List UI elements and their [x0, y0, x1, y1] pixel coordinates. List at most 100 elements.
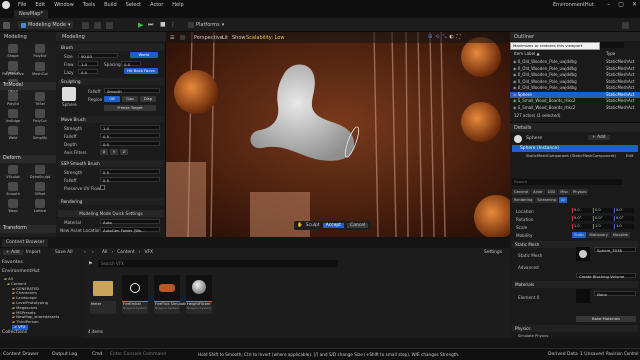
mobility-opt-2[interactable]: Movable [610, 232, 630, 238]
static-mesh-thumbnail[interactable] [576, 247, 590, 261]
maximize-viewport-icon[interactable]: ⛶ [457, 34, 461, 40]
freeze-target-button[interactable]: Freeze Target [104, 105, 156, 111]
camera-speed-icon[interactable]: ◐ [449, 34, 453, 40]
axis-y-toggle[interactable]: Y [110, 149, 118, 155]
material-dropdown[interactable]: Auto [100, 219, 160, 225]
flow-field[interactable]: 1.0 [78, 61, 98, 67]
details-tab2-0[interactable]: Rendering [512, 197, 535, 203]
tool-dynasculpt[interactable]: DynaSculpt [29, 165, 51, 179]
favorites-header[interactable]: Favorites [2, 260, 23, 266]
menu-actor[interactable]: Actor [150, 2, 163, 8]
tool-smooth[interactable]: Smooth [2, 182, 24, 196]
platforms-button[interactable]: Platforms ▾ [188, 21, 224, 29]
maximize-icon[interactable]: ▢ [618, 1, 624, 8]
details-search[interactable]: Search [512, 179, 622, 185]
tool-polyrevolve[interactable]: PolyRevolve [2, 62, 24, 76]
menu-help[interactable]: Help [172, 2, 183, 8]
hit-back-faces-toggle[interactable]: Hit Back Faces [124, 68, 158, 74]
tool-meshcut[interactable]: MeshCut [29, 62, 51, 76]
tool-warp[interactable]: Warp [2, 199, 24, 213]
close-icon[interactable]: ✕ [632, 1, 637, 8]
smooth-brush-section[interactable]: SSP Smooth Brush [58, 160, 164, 167]
revision-control-button[interactable]: Revision Control [606, 351, 638, 357]
outliner-row[interactable]: ◉ 0_Old_Wooden_Pole_uwjddbg StaticMeshAct [510, 66, 640, 72]
show-button[interactable]: Show [232, 35, 246, 41]
filter-icon[interactable]: ⚑ [88, 261, 92, 267]
details-tab-3[interactable]: Misc [558, 189, 571, 195]
skip-icon[interactable]: ⏭ [148, 21, 153, 29]
content-drawer-button[interactable]: Content Drawer [3, 352, 39, 357]
breadcrumb-vfx[interactable]: VFX [144, 250, 153, 255]
tool-polyed[interactable]: PolyEd [2, 92, 24, 106]
brush-section[interactable]: Brush [58, 44, 164, 51]
axis-x-toggle[interactable]: X [100, 149, 108, 155]
mobility-opt-0[interactable]: Static [572, 232, 587, 238]
play-icon[interactable]: ▶ [138, 21, 143, 29]
sphere-brush-icon[interactable] [62, 87, 76, 101]
mode-selector[interactable]: Modeling Mode ▾ [18, 21, 74, 29]
bake-materials-button[interactable]: Bake Materials [576, 316, 636, 322]
static-mesh-dropdown[interactable]: Sphere_3038 [594, 247, 636, 253]
menu-build[interactable]: Build [104, 2, 117, 8]
outliner-row[interactable]: ◉ 0_Old_Wooden_Pole_uwjddbg StaticMeshAct [510, 72, 640, 78]
add-component-button[interactable]: + Add [588, 135, 610, 141]
rotation-snap-icon[interactable]: ⟲ [435, 34, 439, 40]
rendering-section[interactable]: Rendering [58, 198, 164, 205]
material-thumbnail[interactable] [576, 289, 590, 303]
asset-tile[interactable]: FireEmber Niagara System [122, 275, 148, 314]
scale-z[interactable]: 1.0 [614, 224, 634, 229]
trimodel-section[interactable]: TriModel [0, 82, 56, 90]
strength3-field[interactable]: 0.5 [100, 169, 160, 175]
unsaved-button[interactable]: 1 Unsaved [580, 352, 604, 357]
viewport-menu-icon[interactable]: ☰ [170, 35, 174, 41]
transform-section[interactable]: Transform [0, 225, 56, 233]
outliner-row[interactable]: ◉ 0_Old_Wooden_Pole_uwjddbg StaticMeshAct [510, 85, 640, 91]
region-gap[interactable]: Gap [122, 96, 138, 102]
details-tab-0[interactable]: General [512, 189, 531, 195]
sculpting-section[interactable]: Sculpting [58, 78, 164, 85]
outliner-row[interactable]: ◉ S_Small_Wood_Boards_rhkc2 StaticMeshAct [510, 105, 640, 111]
project-header[interactable]: EnvironmentHut [2, 269, 40, 275]
details-tab-1[interactable]: Actor [531, 189, 545, 195]
add-content-icon[interactable] [82, 21, 89, 29]
location-z[interactable]: 0.0 [614, 208, 634, 213]
depth-field[interactable]: 0.0 [100, 141, 160, 147]
output-log-button[interactable]: Output Log [52, 352, 77, 357]
details-tab2-2[interactable]: All [558, 197, 568, 203]
asset-tile[interactable]: FireFlick Simulation Niagara System [154, 275, 190, 314]
preserve-uv-checkbox[interactable] [100, 185, 105, 190]
grid-snap-icon[interactable]: ⊞ [428, 34, 432, 40]
tool-weld[interactable]: Weld [2, 126, 24, 140]
outliner-row[interactable]: ◉ S_Small_Wood_Boards_rhkc2 StaticMeshAct [510, 98, 640, 104]
outliner-row[interactable]: ◉ 0_Old_Wooden_Pole_uwjddbg StaticMeshAct [510, 79, 640, 85]
outliner-col-label[interactable]: Item Label ▲ [514, 51, 540, 57]
outliner-row[interactable]: ◉ 0_Old_Wooden_Pole_uwjddbg StaticMeshAct [510, 59, 640, 65]
level-viewport[interactable]: ✋ Sculpt Accept Cancel [166, 32, 510, 237]
rotation-z[interactable]: 0.0° [614, 216, 634, 221]
axis-z-toggle[interactable]: Z [120, 149, 128, 155]
save-icon[interactable] [3, 21, 10, 29]
collision-dropdown[interactable]: Create Blocking Volume [576, 273, 636, 279]
size-field[interactable]: 90.00 [78, 53, 118, 59]
tool-polycut[interactable]: PolyCut [29, 109, 51, 123]
menu-edit[interactable]: Edit [35, 2, 45, 8]
size-unit-dropdown[interactable]: World [130, 52, 158, 58]
mobility-opt-1[interactable]: Stationary [587, 232, 610, 238]
stop-icon[interactable]: ■ [160, 21, 166, 29]
blueprint-icon[interactable] [94, 21, 101, 29]
falloff2-field[interactable]: 0.5 [100, 133, 160, 139]
breadcrumb-all[interactable]: All [102, 250, 107, 255]
nav-forward-icon[interactable]: › [92, 250, 94, 255]
scale-y[interactable]: 1.0 [593, 224, 613, 229]
details-tab-4[interactable]: Physics [571, 189, 589, 195]
details-tab2-1[interactable]: Streaming [535, 197, 558, 203]
outliner-row[interactable]: ◉ Sphere StaticMeshAct [510, 91, 640, 98]
asset-tile[interactable]: HeightFlicker Niagara System [186, 275, 212, 314]
asset-tile[interactable]: Meter [90, 275, 116, 314]
cb-add-button[interactable]: + Add [3, 250, 23, 256]
derived-data-button[interactable]: Derived Data [548, 352, 578, 357]
accept-button[interactable]: Accept [322, 222, 345, 229]
unreal-logo-icon[interactable] [2, 1, 10, 9]
asset-location-dropdown[interactable]: AutoGen Folder (Wo... [100, 227, 160, 233]
element-dropdown[interactable]: None [594, 291, 636, 297]
